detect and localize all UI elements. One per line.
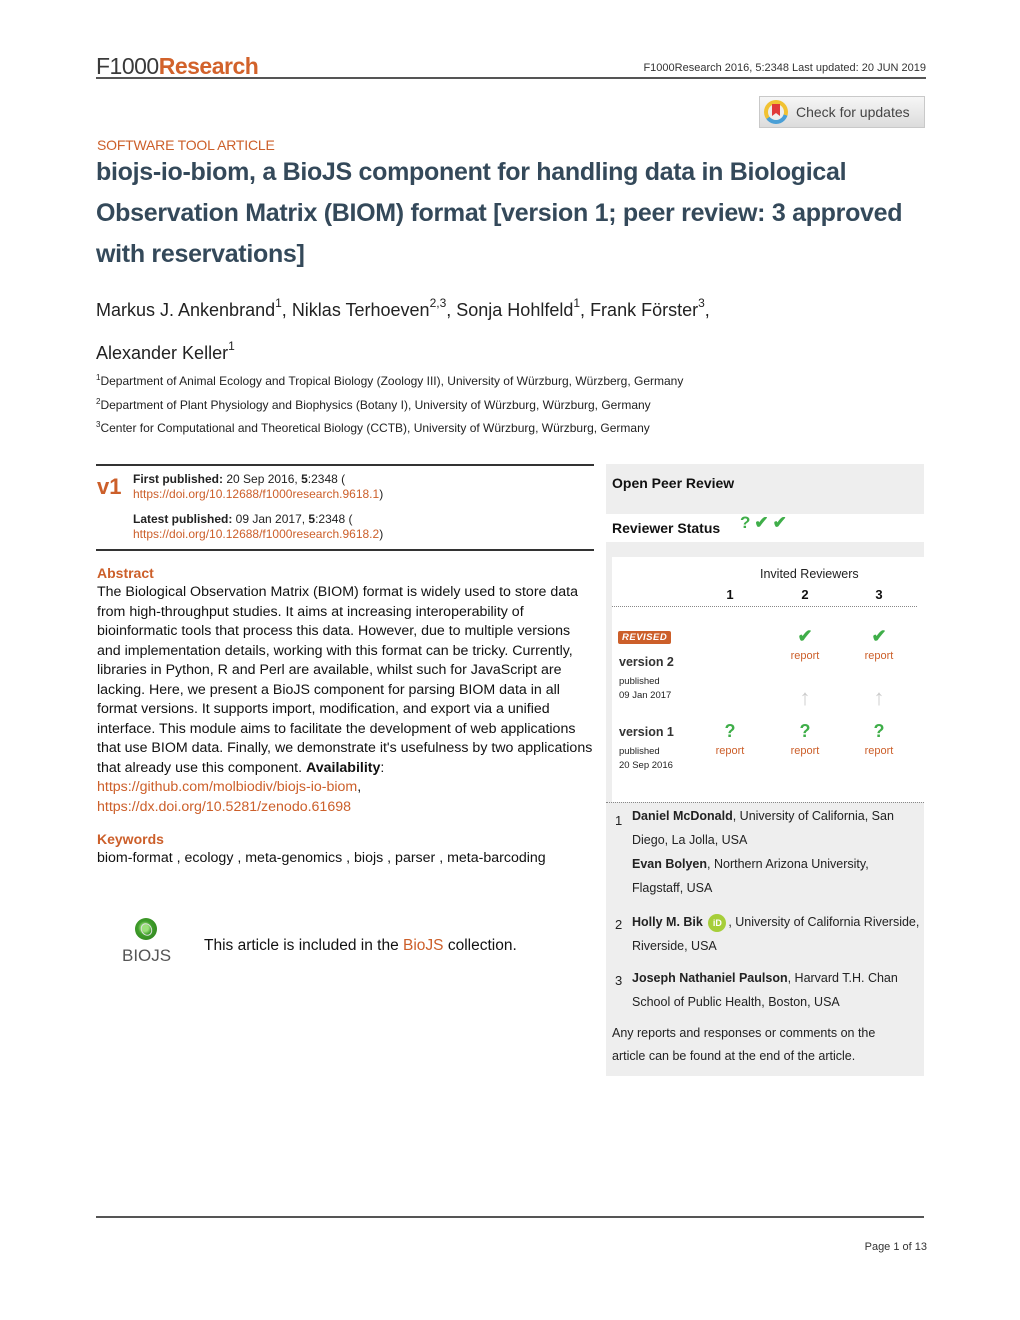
keywords-list: biom-format , ecology , meta-genomics , … bbox=[97, 850, 546, 866]
reviewers-divider bbox=[606, 802, 924, 803]
article-title: biojs-io-biom, a BioJS component for han… bbox=[96, 152, 936, 275]
affiliation: 2Department of Plant Physiology and Biop… bbox=[96, 396, 651, 412]
reviewer-status-icons: ?✔✔ bbox=[740, 513, 791, 533]
reviewer-column-2: 2 bbox=[801, 587, 809, 602]
biojs-logo-text: BIOJS bbox=[122, 946, 172, 965]
reviewer-entry: Joseph Nathaniel Paulson, Harvard T.H. C… bbox=[632, 971, 898, 1009]
logo-research-text: Research bbox=[158, 53, 259, 79]
header-divider bbox=[96, 77, 926, 79]
footer-divider bbox=[96, 1216, 924, 1218]
reviewer-name: Joseph Nathaniel Paulson bbox=[632, 971, 788, 985]
author-list: Markus J. Ankenbrand1, Niklas Terhoeven2… bbox=[96, 296, 710, 363]
affiliation: 1Department of Animal Ecology and Tropic… bbox=[96, 373, 684, 388]
revised-badge: REVISED bbox=[618, 631, 672, 644]
reviewer-number: 2 bbox=[615, 917, 623, 932]
question-mark-icon: ? bbox=[724, 721, 736, 741]
keywords-heading: Keywords bbox=[97, 831, 164, 847]
biojs-emblem-icon bbox=[135, 918, 157, 940]
logo-f1000-text: F1000 bbox=[96, 53, 159, 79]
report-link[interactable]: report bbox=[865, 745, 894, 757]
first-published-doi-link[interactable]: https://doi.org/10.12688/f1000research.9… bbox=[133, 487, 379, 501]
report-link[interactable]: report bbox=[865, 650, 894, 662]
checkmark-icon: ✔ bbox=[772, 513, 791, 532]
header-citation-meta: F1000Research 2016, 5:2348 Last updated:… bbox=[643, 62, 926, 74]
biojs-logo[interactable]: BIOJS bbox=[122, 918, 172, 966]
v1-reviewer-2-cell: ? report bbox=[775, 721, 835, 759]
orcid-icon[interactable]: iD bbox=[708, 913, 727, 932]
page-number: Page 1 of 13 bbox=[864, 1241, 927, 1253]
question-mark-icon: ? bbox=[799, 721, 811, 741]
question-mark-icon: ? bbox=[873, 721, 885, 741]
matrix-divider bbox=[612, 606, 917, 607]
reviewer-column-3: 3 bbox=[875, 587, 883, 602]
reviewer-entry: Daniel McDonald, University of Californi… bbox=[632, 809, 894, 895]
crossmark-icon bbox=[764, 100, 788, 124]
publication-box-bottom-rule bbox=[96, 549, 594, 551]
version-2-published: published 09 Jan 2017 bbox=[619, 676, 672, 701]
checkmark-icon: ✔ bbox=[797, 626, 813, 646]
f1000research-logo[interactable]: F1000Research bbox=[96, 53, 259, 79]
report-link[interactable]: report bbox=[716, 745, 745, 757]
report-link[interactable]: report bbox=[791, 650, 820, 662]
checkmark-icon: ✔ bbox=[754, 513, 773, 532]
arrow-up-icon: ↑ bbox=[799, 685, 811, 710]
github-link[interactable]: https://github.com/molbiodiv/biojs-io-bi… bbox=[97, 779, 357, 795]
abstract-heading: Abstract bbox=[97, 565, 154, 581]
reviewer-column-1: 1 bbox=[726, 587, 734, 602]
reviewer-number: 3 bbox=[615, 973, 623, 988]
arrow-up-icon: ↑ bbox=[873, 685, 885, 710]
version-1-published: published 20 Sep 2016 bbox=[619, 746, 673, 771]
zenodo-link[interactable]: https://dx.doi.org/10.5281/zenodo.61698 bbox=[97, 799, 351, 815]
affiliation: 3Center for Computational and Theoretica… bbox=[96, 420, 650, 435]
latest-published-doi-link[interactable]: https://doi.org/10.12688/f1000research.9… bbox=[133, 527, 379, 541]
reviewer-name: Evan Bolyen bbox=[632, 857, 708, 871]
biojs-collection-link[interactable]: BioJS bbox=[403, 937, 444, 954]
question-mark-icon: ? bbox=[740, 513, 755, 532]
version-2-label[interactable]: version 2 bbox=[619, 655, 674, 669]
checkmark-icon: ✔ bbox=[871, 626, 887, 646]
abstract-text: The Biological Observation Matrix (BIOM)… bbox=[97, 584, 593, 776]
version-badge: v1 bbox=[97, 474, 122, 499]
collection-note: This article is included in the BioJS co… bbox=[204, 937, 517, 954]
check-for-updates-label: Check for updates bbox=[796, 104, 910, 120]
author[interactable]: Alexander Keller1 bbox=[96, 339, 235, 363]
reviewer-name: Daniel McDonald bbox=[632, 809, 733, 823]
check-for-updates-button[interactable]: Check for updates bbox=[759, 96, 925, 128]
latest-published: Latest published: 09 Jan 2017, 5:2348 ( … bbox=[133, 512, 384, 541]
reviewer-name: Holly M. Bik bbox=[632, 915, 703, 929]
v1-reviewer-1-cell: ? report bbox=[700, 721, 760, 759]
first-published: First published: 20 Sep 2016, 5:2348 ( h… bbox=[133, 472, 384, 501]
peer-review-note: Any reports and responses or comments on… bbox=[612, 1026, 876, 1063]
author[interactable]: Markus J. Ankenbrand1 bbox=[96, 296, 282, 320]
author[interactable]: Sonja Hohlfeld1 bbox=[456, 296, 580, 320]
article-type: SOFTWARE TOOL ARTICLE bbox=[97, 137, 275, 153]
report-link[interactable]: report bbox=[791, 745, 820, 757]
author[interactable]: Niklas Terhoeven2,3 bbox=[292, 296, 446, 320]
affiliation-list: 1Department of Animal Ecology and Tropic… bbox=[96, 368, 683, 439]
v2-reviewer-2-cell: ✔ report bbox=[775, 626, 835, 664]
v1-reviewer-3-cell: ? report bbox=[849, 721, 909, 759]
reviewer-number: 1 bbox=[615, 813, 623, 828]
abstract-body: The Biological Observation Matrix (BIOM)… bbox=[97, 584, 593, 815]
availability-label: Availability bbox=[306, 759, 381, 776]
author[interactable]: Frank Förster3 bbox=[590, 296, 705, 320]
open-peer-review-title: Open Peer Review bbox=[612, 475, 735, 491]
reviewer-status-label: Reviewer Status bbox=[612, 520, 721, 536]
publication-box-top-rule bbox=[96, 464, 594, 466]
invited-reviewers-label: Invited Reviewers bbox=[760, 567, 859, 581]
version-1-label[interactable]: version 1 bbox=[619, 725, 674, 739]
v2-reviewer-3-cell: ✔ report bbox=[849, 626, 909, 664]
reviewer-entry: Holly M. Bik iD, University of Californi… bbox=[632, 913, 920, 953]
